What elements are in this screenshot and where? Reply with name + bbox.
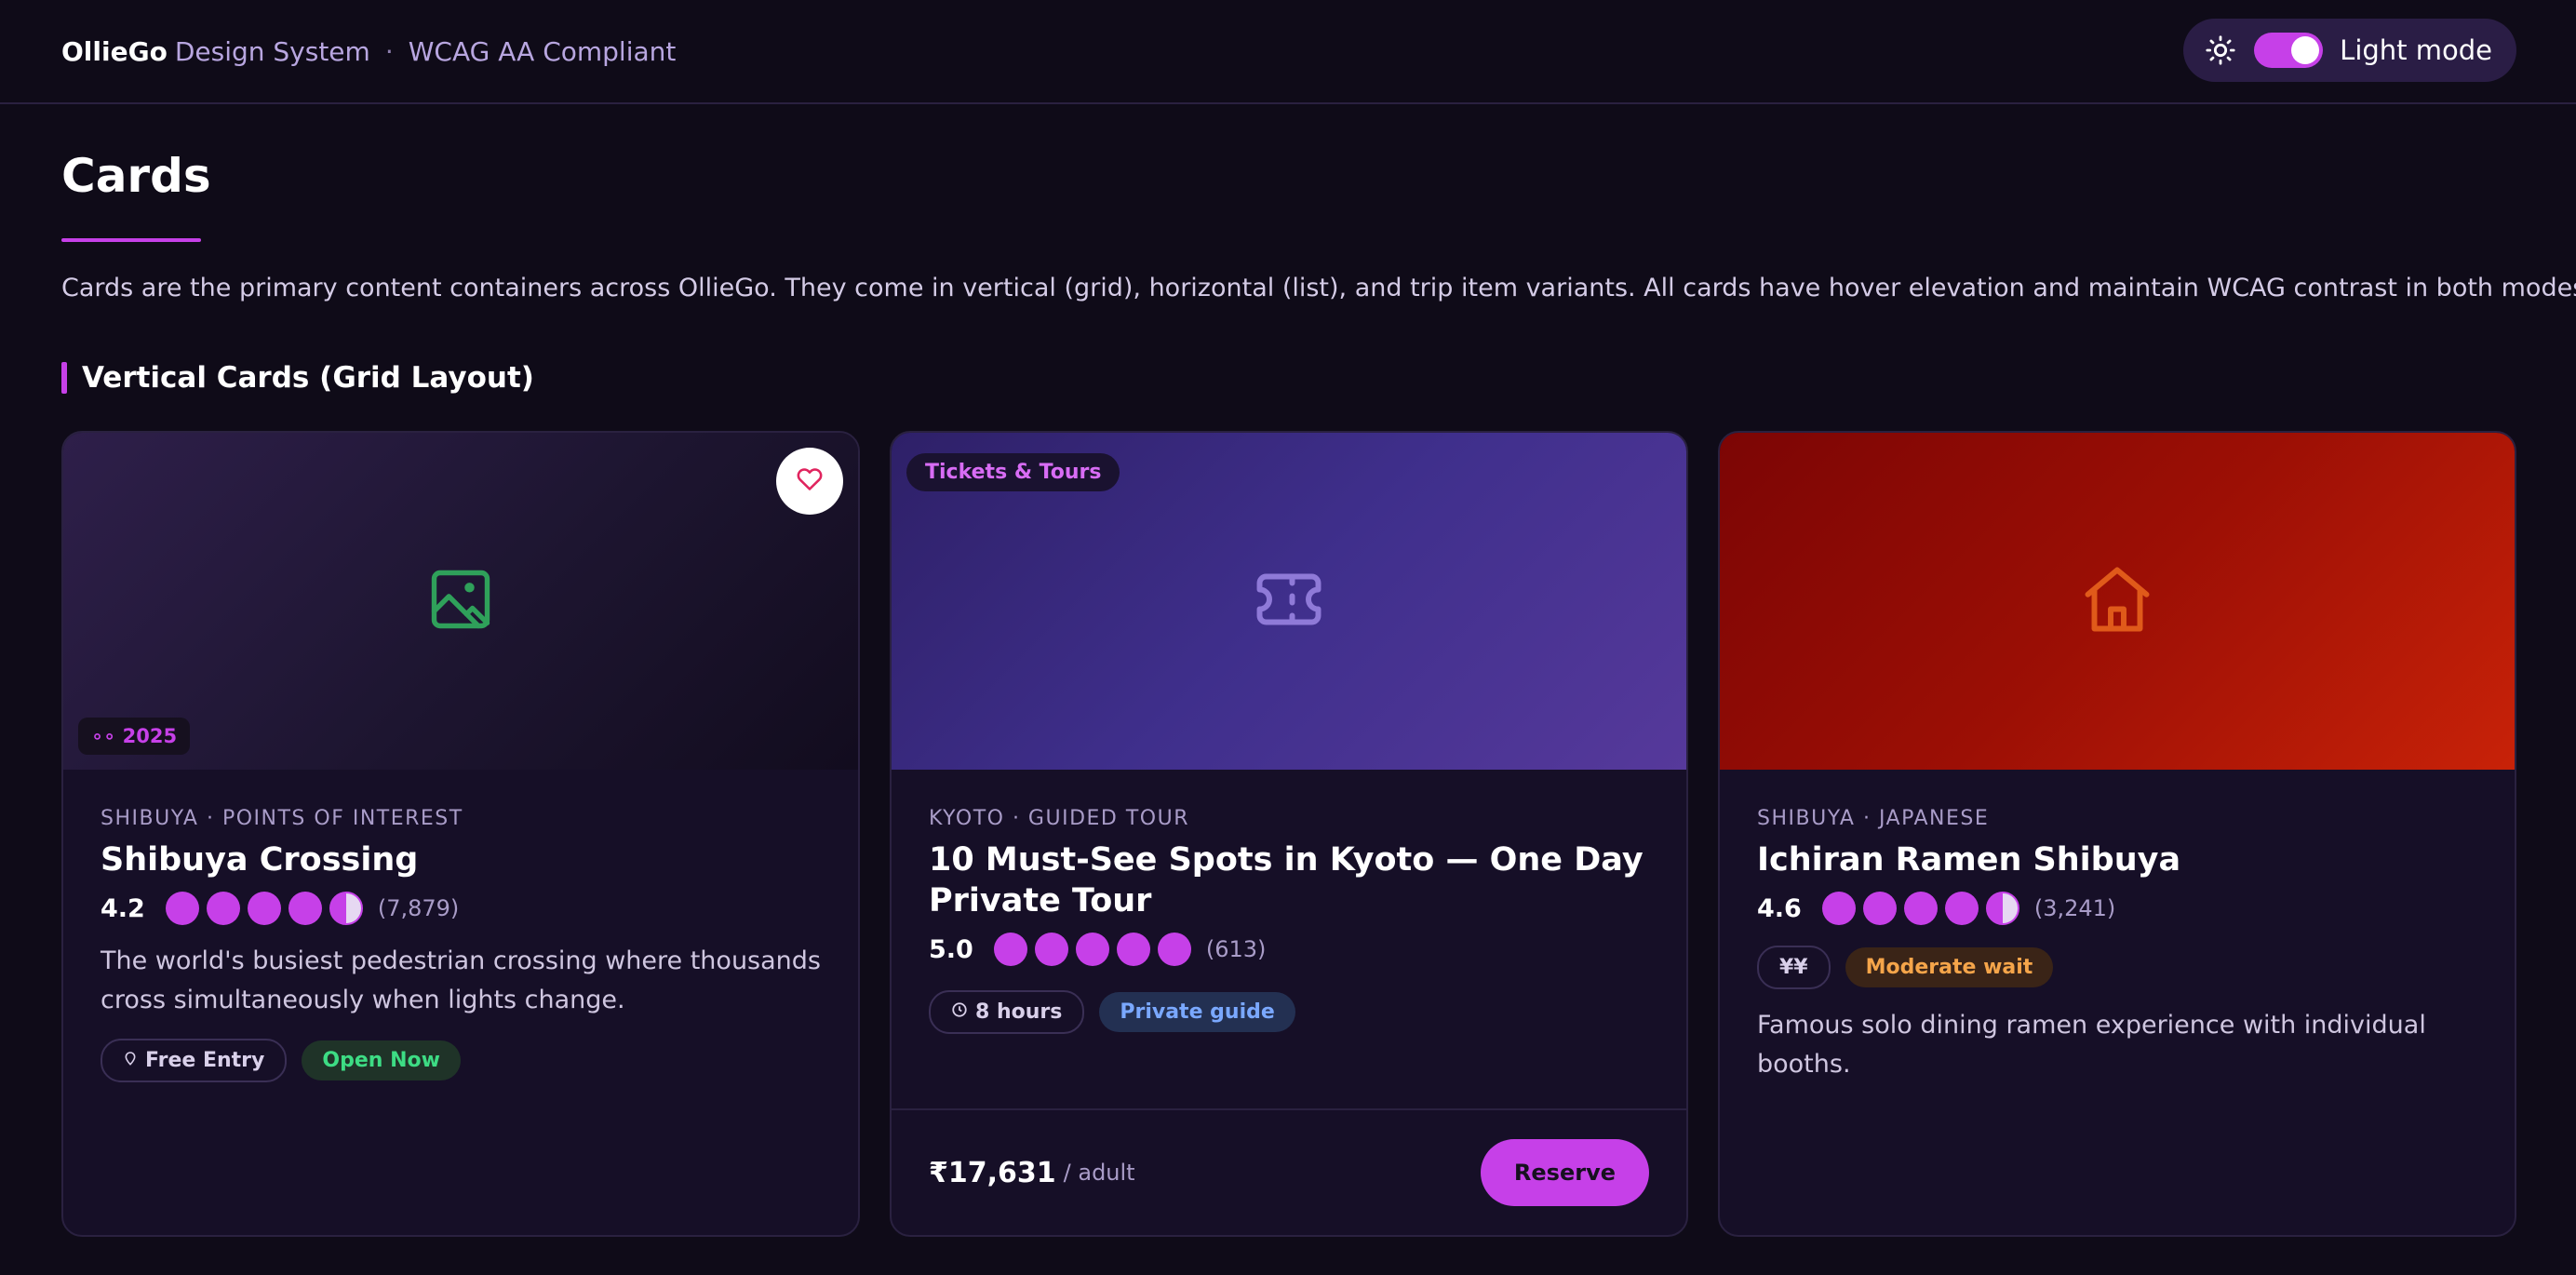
review-count: (3,241) [2033, 895, 2116, 921]
theme-switch[interactable] [2254, 33, 2324, 68]
rating-score: 4.6 [1757, 893, 1802, 923]
rating: 4.2 (7,879) [101, 892, 821, 925]
section-accent-bar [61, 362, 67, 394]
card-description: Famous solo dining ramen experience with… [1757, 1011, 2426, 1079]
location-pin-icon [123, 1049, 138, 1072]
card-title[interactable]: Ichiran Ramen Shibuya [1757, 839, 2477, 880]
chips: Free Entry Open Now [101, 1039, 821, 1082]
chip-open-now: Open Now [302, 1040, 461, 1080]
theme-toggle[interactable]: Light mode [2183, 19, 2516, 82]
chip-private-guide: Private guide [1099, 992, 1295, 1032]
chips: ¥¥ Moderate wait [1757, 946, 2477, 989]
top-bar: OllieGo Design System · WCAG AA Complian… [0, 0, 2576, 104]
title-underline [61, 238, 201, 242]
page-title: Cards [61, 149, 211, 203]
card-body: KYOTO · GUIDED TOUR 10 Must-See Spots in… [929, 807, 1649, 1034]
section-title: Vertical Cards (Grid Layout) [82, 361, 534, 395]
rating-dot-half [1985, 892, 2019, 925]
card-eyebrow: SHIBUYA · JAPANESE [1757, 807, 1990, 830]
chip-duration: 8 hours [929, 990, 1085, 1034]
rating-dot [993, 933, 1027, 966]
price: ₹17,631 [929, 1156, 1056, 1189]
ticket-icon [1250, 560, 1328, 642]
card-description: The world's busiest pedestrian crossing … [101, 946, 821, 1014]
chip-label: Free Entry [145, 1049, 265, 1072]
rating-dot [1075, 933, 1109, 966]
card-eyebrow: KYOTO · GUIDED TOUR [929, 807, 1189, 830]
card-shibuya-crossing[interactable]: ∘∘ 2025 SHIBUYA · POINTS OF INTEREST Shi… [61, 431, 860, 1237]
brand-subtitle: Design System [174, 35, 370, 67]
rating-score: 5.0 [929, 934, 973, 964]
rating-dot-half [329, 892, 363, 925]
favorite-button[interactable] [776, 448, 843, 515]
review-count: (7,879) [377, 895, 460, 921]
card-body: SHIBUYA · JAPANESE Ichiran Ramen Shibuya… [1757, 807, 2477, 1084]
section-heading: Vertical Cards (Grid Layout) [61, 361, 534, 395]
rating-dot [1821, 892, 1856, 925]
rating-dot [206, 892, 240, 925]
card-body: SHIBUYA · POINTS OF INTEREST Shibuya Cro… [101, 807, 821, 1082]
rating-dot [1862, 892, 1897, 925]
chip-price-level: ¥¥ [1757, 946, 1831, 989]
card-media: Tickets & Tours [892, 433, 1686, 770]
wcag-badge: WCAG AA Compliant [408, 35, 677, 67]
card-title[interactable]: 10 Must-See Spots in Kyoto — One Day Pri… [929, 839, 1649, 921]
chip-wait-time: Moderate wait [1845, 947, 2054, 987]
switch-knob [2291, 36, 2320, 64]
clock-icon [951, 1000, 968, 1024]
chips: 8 hours Private guide [929, 990, 1649, 1034]
theme-toggle-label: Light mode [2340, 34, 2492, 66]
card-eyebrow: SHIBUYA · POINTS OF INTEREST [101, 807, 463, 830]
page-description: Cards are the primary content containers… [61, 274, 2576, 302]
year-badge: ∘∘ 2025 [78, 718, 191, 755]
price-unit: / adult [1063, 1160, 1135, 1186]
rating-dot [1903, 892, 1938, 925]
rating-score: 4.2 [101, 893, 145, 923]
brand: OllieGo Design System · WCAG AA Complian… [61, 36, 676, 67]
brand-logo: OllieGo [61, 35, 168, 67]
brand-separator: · [384, 35, 394, 67]
category-badge: Tickets & Tours [906, 453, 1120, 491]
card-kyoto-tour[interactable]: Tickets & Tours KYOTO · GUIDED TOUR 10 M… [890, 431, 1688, 1237]
rating-dot [1116, 933, 1150, 966]
sun-icon [2204, 34, 2237, 67]
card-ichiran-ramen[interactable]: SHIBUYA · JAPANESE Ichiran Ramen Shibuya… [1718, 431, 2516, 1237]
rating: 5.0 (613) [929, 933, 1649, 966]
chip-free-entry: Free Entry [101, 1039, 288, 1082]
card-footer: ₹17,631 / adult Reserve [892, 1108, 1686, 1235]
rating-dot [1157, 933, 1191, 966]
card-title[interactable]: Shibuya Crossing [101, 839, 821, 880]
rating-dot [1034, 933, 1068, 966]
card-media [1720, 433, 2515, 770]
rating-dot [165, 892, 199, 925]
heart-icon [797, 466, 823, 496]
rating-dot [247, 892, 281, 925]
image-icon [425, 564, 496, 638]
review-count: (613) [1205, 936, 1267, 962]
rating-dot [1944, 892, 1979, 925]
rating: 4.6 (3,241) [1757, 892, 2477, 925]
home-icon [2078, 560, 2156, 642]
reserve-button[interactable]: Reserve [1480, 1139, 1649, 1206]
card-media: ∘∘ 2025 [63, 433, 858, 770]
chip-label: 8 hours [975, 1000, 1063, 1024]
rating-dot [288, 892, 322, 925]
